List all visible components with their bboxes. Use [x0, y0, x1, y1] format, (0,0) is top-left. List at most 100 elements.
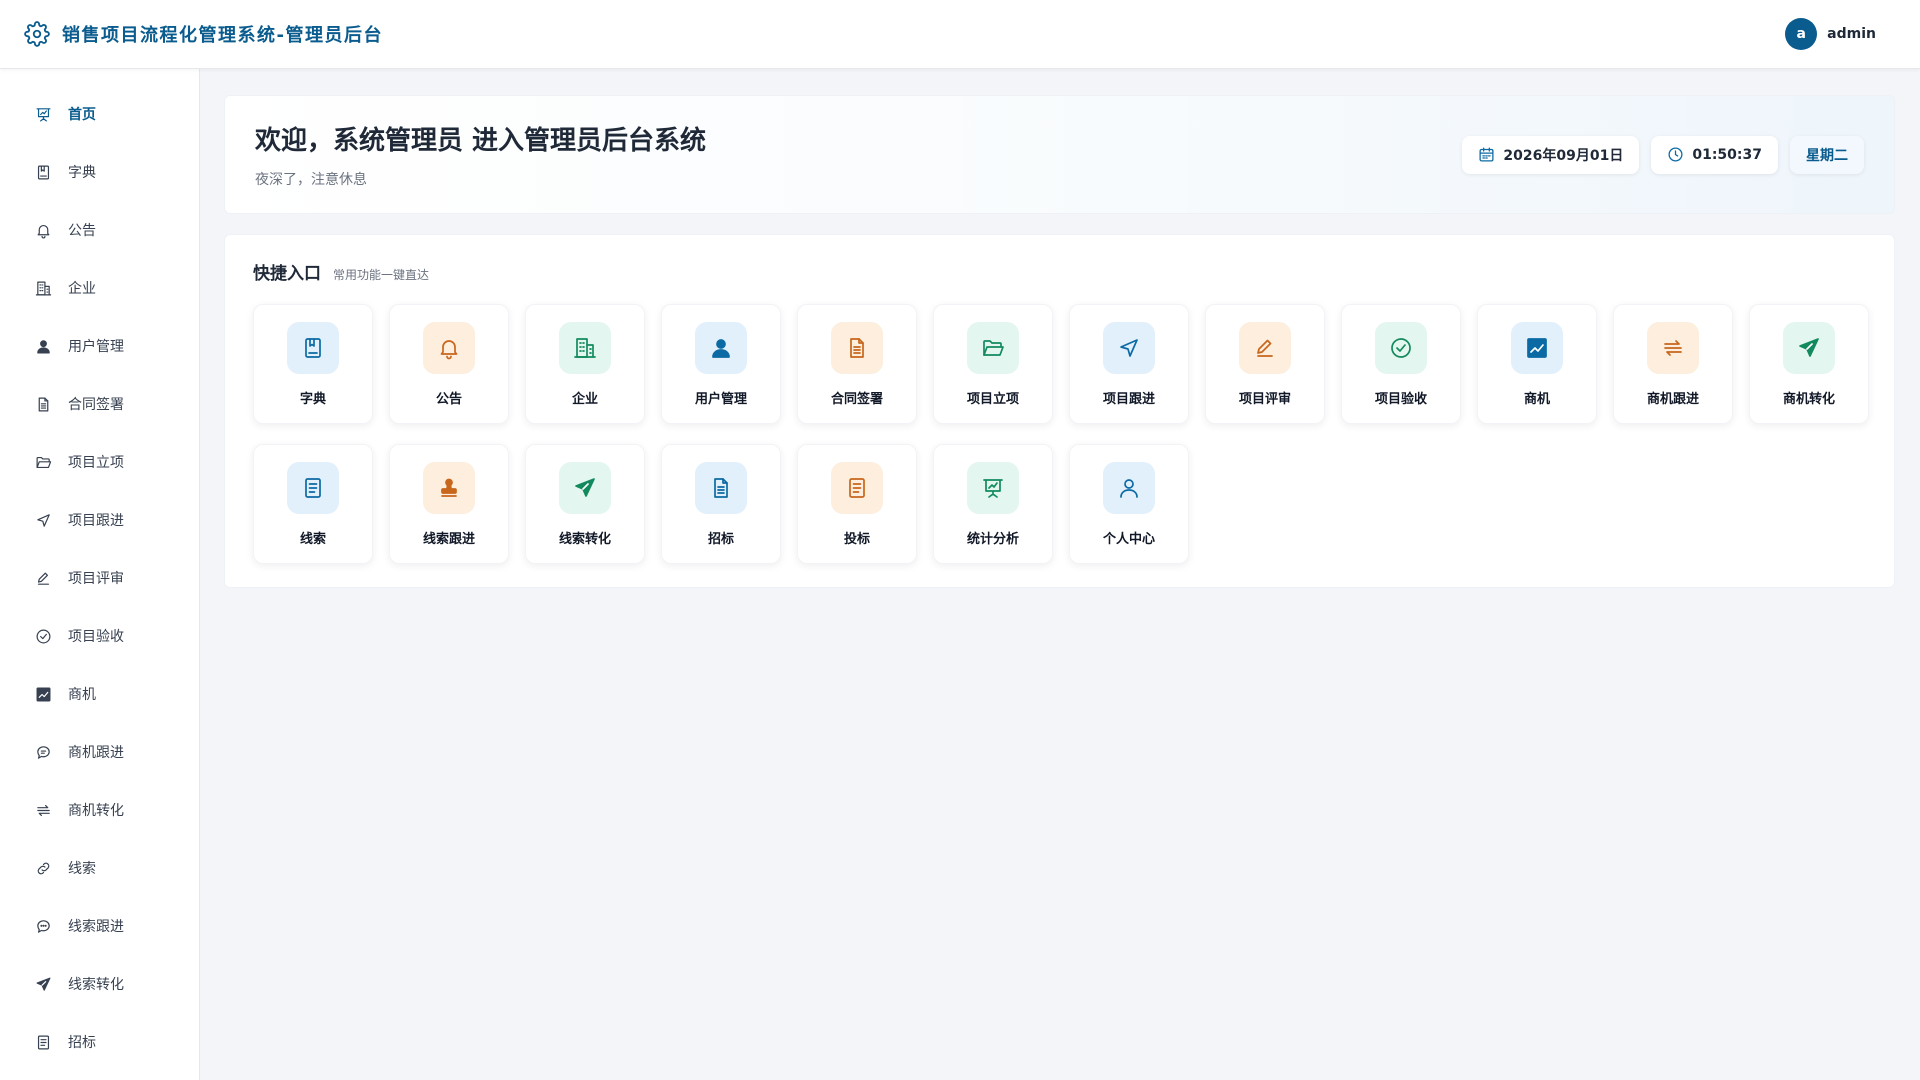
- quick-card-9[interactable]: 商机: [1477, 304, 1597, 424]
- arrows-swap-icon: [1647, 321, 1699, 374]
- quick-card-label: 合同签署: [830, 391, 883, 407]
- sidebar-item-label: 商机跟进: [68, 745, 124, 761]
- username[interactable]: admin: [1827, 26, 1876, 42]
- book-icon: [34, 163, 52, 181]
- sidebar-item-label: 企业: [68, 281, 96, 297]
- presentation-chart-icon: [967, 461, 1019, 514]
- navigation-icon: [1103, 321, 1155, 374]
- weekday-chip: 星期二: [1790, 135, 1864, 174]
- send-icon: [559, 461, 611, 514]
- quick-card-10[interactable]: 商机跟进: [1613, 304, 1733, 424]
- clock-icon: [1667, 146, 1684, 163]
- sidebar-item-4[interactable]: 用户管理: [0, 317, 199, 375]
- quick-card-label: 统计分析: [966, 531, 1019, 547]
- quick-card-0[interactable]: 字典: [253, 304, 373, 424]
- quick-card-2[interactable]: 企业: [525, 304, 645, 424]
- quick-card-18[interactable]: 个人中心: [1069, 444, 1189, 564]
- sidebar-item-0[interactable]: 首页: [0, 85, 199, 143]
- chat-dots-icon: [34, 917, 52, 935]
- quick-card-label: 商机转化: [1782, 391, 1835, 407]
- top-header: 销售项目流程化管理系统-管理员后台 a admin: [0, 0, 1920, 69]
- quick-card-1[interactable]: 公告: [389, 304, 509, 424]
- sidebar-item-16[interactable]: 招标: [0, 1013, 199, 1071]
- quick-card-label: 线索: [299, 531, 326, 547]
- sidebar-item-label: 项目验收: [68, 629, 124, 645]
- sidebar-nav: 首页 字典 公告企业用户管理合同签署项目立项项目跟进项目评审项目验收商机商机跟进商机…: [0, 85, 199, 1071]
- sidebar-item-label: 线索跟进: [68, 919, 124, 935]
- sidebar-item-label: 用户管理: [68, 339, 124, 355]
- avatar[interactable]: a: [1785, 18, 1818, 50]
- quick-card-label: 项目立项: [966, 391, 1019, 407]
- quick-card-13[interactable]: 线索跟进: [389, 444, 509, 564]
- document-icon: [695, 461, 747, 514]
- quick-card-7[interactable]: 项目评审: [1205, 304, 1325, 424]
- sidebar-item-5[interactable]: 合同签署: [0, 375, 199, 433]
- bell-icon: [423, 321, 475, 374]
- sidebar-item-10[interactable]: 商机: [0, 665, 199, 723]
- brand[interactable]: 销售项目流程化管理系统-管理员后台: [24, 21, 383, 47]
- list-doc-icon: [287, 461, 339, 514]
- sidebar-item-8[interactable]: 项目评审: [0, 549, 199, 607]
- sidebar-item-11[interactable]: 商机跟进: [0, 723, 199, 781]
- send-icon: [34, 975, 52, 993]
- quick-card-15[interactable]: 招标: [661, 444, 781, 564]
- quick-card-6[interactable]: 项目跟进: [1069, 304, 1189, 424]
- building-icon: [559, 321, 611, 374]
- sidebar-item-1[interactable]: 字典: [0, 143, 199, 201]
- user-icon: [695, 321, 747, 374]
- pen-icon: [34, 569, 52, 587]
- stamp-icon: [423, 461, 475, 514]
- quick-card-8[interactable]: 项目验收: [1341, 304, 1461, 424]
- sidebar-item-3[interactable]: 企业: [0, 259, 199, 317]
- quick-card-16[interactable]: 投标: [797, 444, 917, 564]
- navigation-icon: [34, 511, 52, 529]
- arrows-swap-icon: [34, 801, 52, 819]
- quick-card-label: 用户管理: [694, 391, 747, 407]
- sidebar-item-9[interactable]: 项目验收: [0, 607, 199, 665]
- sidebar-item-7[interactable]: 项目跟进: [0, 491, 199, 549]
- quick-card-label: 项目验收: [1374, 391, 1427, 407]
- quick-card-12[interactable]: 线索: [253, 444, 373, 564]
- sidebar-item-label: 项目跟进: [68, 513, 124, 529]
- quick-card-label: 项目评审: [1238, 391, 1291, 407]
- user-menu[interactable]: a admin: [1785, 18, 1876, 50]
- calendar-icon: [1478, 146, 1495, 163]
- sidebar-item-label: 招标: [68, 1035, 96, 1051]
- sidebar-item-15[interactable]: 线索转化: [0, 955, 199, 1013]
- sidebar-item-12[interactable]: 商机转化: [0, 781, 199, 839]
- welcome-title: 欢迎，系统管理员 进入管理员后台系统: [255, 126, 707, 156]
- link-icon: [34, 859, 52, 877]
- quick-card-label: 线索跟进: [422, 531, 475, 547]
- sidebar-item-label: 商机: [68, 687, 96, 703]
- sidebar: 首页 字典 公告企业用户管理合同签署项目立项项目跟进项目评审项目验收商机商机跟进商机…: [0, 69, 200, 1080]
- main-content: 欢迎，系统管理员 进入管理员后台系统 夜深了，注意休息 2026年09月01日 …: [224, 95, 1895, 588]
- list-doc-icon: [831, 461, 883, 514]
- gear-icon: [24, 21, 50, 47]
- presentation-chart-icon: [34, 105, 52, 123]
- building-icon: [34, 279, 52, 297]
- quick-card-3[interactable]: 用户管理: [661, 304, 781, 424]
- welcome-banner: 欢迎，系统管理员 进入管理员后台系统 夜深了，注意休息 2026年09月01日 …: [224, 95, 1895, 214]
- quick-access-panel: 快捷入口 常用功能一键直达 字典 公告 企业 用户管理 合同签署 项目立项 项目跟进 项目评审…: [224, 234, 1895, 588]
- quick-card-14[interactable]: 线索转化: [525, 444, 645, 564]
- quick-card-11[interactable]: 商机转化: [1749, 304, 1869, 424]
- sidebar-item-label: 合同签署: [68, 397, 124, 413]
- date-chip: 2026年09月01日: [1462, 135, 1640, 174]
- document-icon: [34, 395, 52, 413]
- sidebar-item-label: 商机转化: [68, 803, 124, 819]
- folder-open-icon: [967, 321, 1019, 374]
- quick-card-4[interactable]: 合同签署: [797, 304, 917, 424]
- date-text: 2026年09月01日: [1503, 147, 1624, 164]
- quick-card-5[interactable]: 项目立项: [933, 304, 1053, 424]
- check-circle-icon: [34, 627, 52, 645]
- user-icon: [34, 337, 52, 355]
- sidebar-item-6[interactable]: 项目立项: [0, 433, 199, 491]
- quick-card-label: 公告: [435, 391, 462, 407]
- sidebar-item-13[interactable]: 线索: [0, 839, 199, 897]
- time-text: 01:50:37: [1692, 146, 1762, 163]
- quick-access-grid: 字典 公告 企业 用户管理 合同签署 项目立项 项目跟进 项目评审 项目验收 商机 商机跟进 商机转化…: [253, 304, 1869, 564]
- welcome-subtitle: 夜深了，注意休息: [255, 172, 367, 188]
- sidebar-item-14[interactable]: 线索跟进: [0, 897, 199, 955]
- sidebar-item-2[interactable]: 公告: [0, 201, 199, 259]
- quick-card-17[interactable]: 统计分析: [933, 444, 1053, 564]
